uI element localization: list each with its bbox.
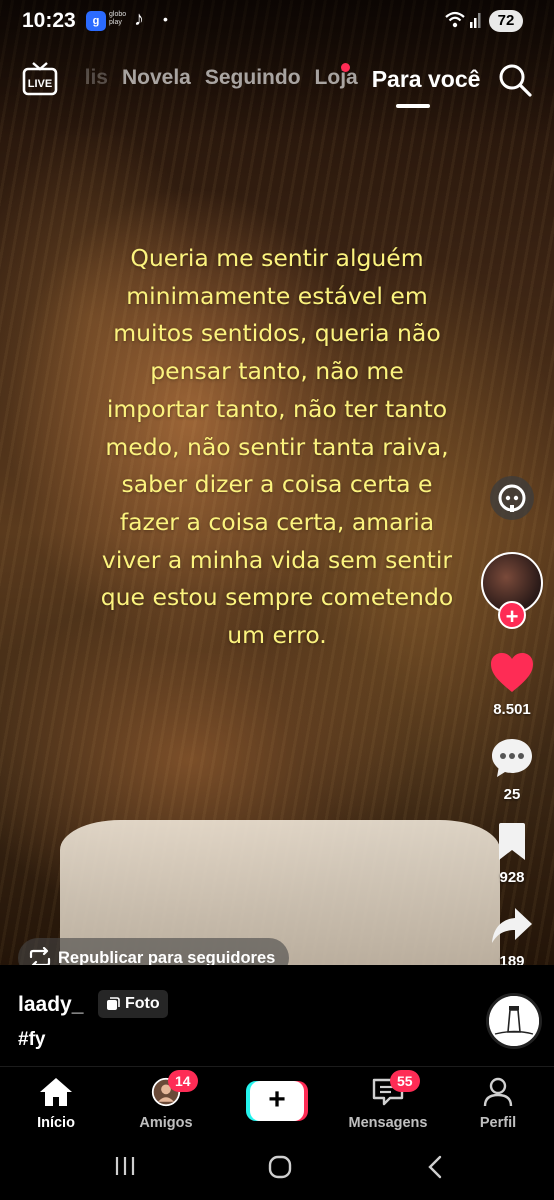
post-info: laady_ Foto #fy (0, 965, 554, 1065)
sound-disc[interactable] (486, 993, 542, 1049)
status-bar: 10:23 g globo play ♪ • 72 (0, 0, 554, 40)
photo-stack-icon (107, 997, 120, 1010)
wifi-signal-icon (445, 11, 481, 28)
search-icon[interactable] (498, 63, 532, 97)
photo-type-label: Foto (125, 995, 160, 1012)
mask-icon (498, 484, 526, 512)
share-icon (492, 908, 532, 943)
heart-icon (491, 653, 533, 692)
nav-friends-label: Amigos (139, 1115, 193, 1131)
svg-text:LIVE: LIVE (28, 78, 52, 90)
post-username[interactable]: laady_ (18, 993, 83, 1017)
system-navigation-bar (0, 1138, 554, 1200)
recent-apps-icon[interactable] (113, 1154, 137, 1178)
save-action[interactable]: 928 (482, 822, 542, 886)
like-action[interactable]: 8.501 (482, 652, 542, 718)
nav-home-label: Início (37, 1115, 75, 1131)
nav-profile-label: Perfil (479, 1115, 517, 1131)
comment-count: 25 (503, 786, 521, 803)
post-hashtag[interactable]: #fy (18, 1029, 45, 1051)
globoplay-label: globo play (109, 11, 127, 26)
back-icon[interactable] (424, 1154, 446, 1180)
post-caption-overlay: Queria me sentir alguém minimamente está… (100, 244, 454, 650)
follow-plus-icon[interactable]: + (498, 601, 526, 629)
home-system-icon[interactable] (267, 1154, 293, 1180)
tab-loja[interactable]: Loja (315, 66, 358, 96)
nav-home[interactable]: Início (6, 1077, 106, 1131)
comment-action[interactable]: 25 (482, 737, 542, 803)
photo-type-badge: Foto (98, 990, 168, 1018)
nav-profile[interactable]: Perfil (448, 1077, 548, 1131)
tab-novela[interactable]: Novela (122, 66, 191, 96)
tab-para-voce[interactable]: Para você (372, 66, 481, 96)
globoplay-app-icon: g (86, 11, 106, 31)
profile-icon (483, 1077, 513, 1107)
nav-friends[interactable]: Amigos (116, 1077, 216, 1131)
messages-badge: 55 (390, 1070, 420, 1092)
save-count: 928 (499, 869, 525, 886)
tiktok-notification-icon: ♪ (134, 8, 144, 30)
tab-partial[interactable]: lis (62, 66, 108, 96)
create-post-button[interactable]: + (246, 1081, 308, 1121)
friends-badge: 14 (168, 1070, 198, 1092)
live-button[interactable]: LIVE (22, 62, 58, 96)
share-action[interactable]: 189 (482, 906, 542, 970)
plus-icon: + (250, 1081, 304, 1121)
lighthouse-icon (489, 996, 539, 1046)
like-count: 8.501 (493, 701, 531, 718)
loja-notification-dot (341, 63, 350, 72)
status-time: 10:23 (22, 9, 76, 32)
nav-messages[interactable]: Mensagens (338, 1077, 438, 1131)
home-icon (40, 1078, 72, 1106)
nav-messages-label: Mensagens (348, 1115, 428, 1131)
more-notifications-icon: • (163, 11, 168, 27)
effects-mask-button[interactable] (490, 476, 534, 520)
comment-icon (492, 739, 532, 777)
active-tab-indicator (396, 104, 430, 108)
tab-seguindo[interactable]: Seguindo (205, 66, 301, 96)
top-tabs: lis Novela Seguindo Loja Para você (62, 66, 481, 96)
bookmark-icon (499, 823, 525, 860)
battery-indicator: 72 (489, 10, 523, 32)
